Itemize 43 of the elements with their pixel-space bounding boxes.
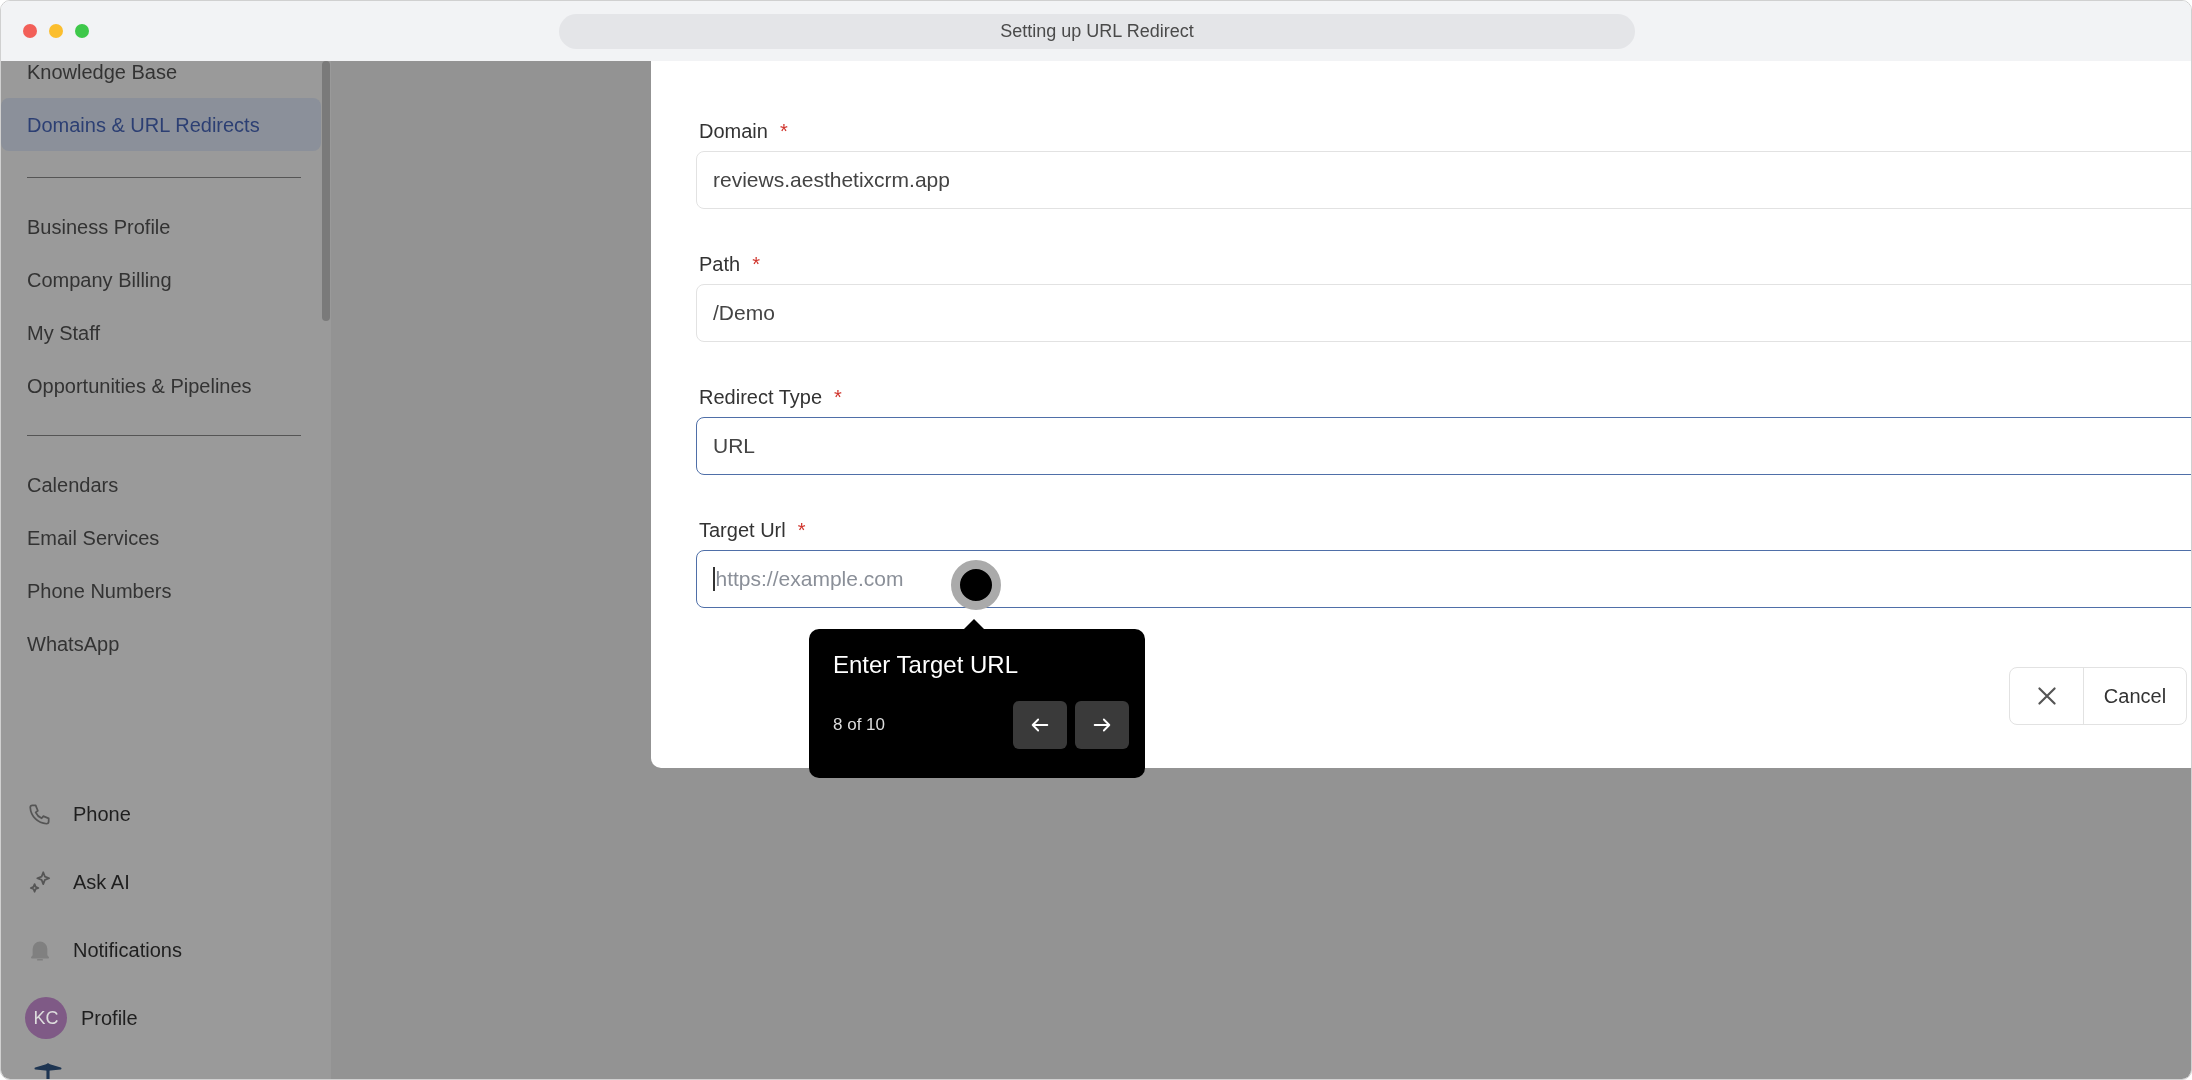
sidebar-item-label: Ask AI xyxy=(73,870,130,895)
sidebar-item[interactable]: Domains & URL Redirects xyxy=(1,98,321,151)
input-field[interactable]: /Demo xyxy=(696,284,2191,342)
required-mark: * xyxy=(752,252,760,277)
sidebar-item[interactable]: My Staff xyxy=(1,306,321,359)
input-field[interactable]: https://example.com xyxy=(696,550,2191,608)
sidebar-item[interactable]: Phone Numbers xyxy=(1,564,321,617)
sparkle-icon xyxy=(27,869,53,895)
input-field[interactable]: URL xyxy=(696,417,2191,475)
cancel-button[interactable]: Cancel xyxy=(2009,667,2187,725)
sidebar-item[interactable]: Ask AI xyxy=(1,848,331,916)
window-control[interactable] xyxy=(75,24,89,38)
sidebar-item[interactable]: WhatsApp xyxy=(1,617,321,670)
sidebar-item-label: Phone xyxy=(73,802,131,827)
sidebar-item[interactable]: Business Profile xyxy=(1,200,321,253)
window-title: Setting up URL Redirect xyxy=(1000,20,1194,43)
sidebar-item-label: Profile xyxy=(81,1006,138,1031)
required-mark: * xyxy=(779,119,788,144)
sidebar-item[interactable]: Calendars xyxy=(1,458,321,511)
sidebar-item-label: Notifications xyxy=(73,938,182,963)
window-control[interactable] xyxy=(23,24,37,38)
required-mark: * xyxy=(797,518,806,543)
next-button[interactable] xyxy=(1075,701,1129,749)
required-mark: * xyxy=(834,385,842,410)
tooltip-title: Enter Target URL xyxy=(833,650,1019,680)
phone-icon xyxy=(27,801,53,827)
step-counter: 8 of 10 xyxy=(833,714,885,737)
field-label: Redirect Type xyxy=(699,385,823,410)
input-field[interactable]: reviews.aesthetixcrm.app xyxy=(696,151,2191,209)
sidebar-item[interactable]: Phone xyxy=(1,780,331,848)
previous-button[interactable] xyxy=(1013,701,1067,749)
avatar: KC xyxy=(25,997,67,1039)
window-control[interactable] xyxy=(49,24,63,38)
field-label: Domain xyxy=(699,119,768,144)
field-label: Path xyxy=(699,252,741,277)
sidebar-item[interactable]: Company Billing xyxy=(1,253,321,306)
sidebar-item[interactable]: Notifications xyxy=(1,916,331,984)
sidebar-item[interactable]: Knowledge Base xyxy=(1,61,321,98)
field-label: Target Url xyxy=(699,518,786,543)
sidebar-item[interactable]: Opportunities & Pipelines xyxy=(1,359,321,412)
sidebar-item[interactable]: Email Services xyxy=(1,511,321,564)
scrollbar[interactable] xyxy=(322,61,330,321)
sidebar-item[interactable]: KC Profile xyxy=(1,984,331,1052)
